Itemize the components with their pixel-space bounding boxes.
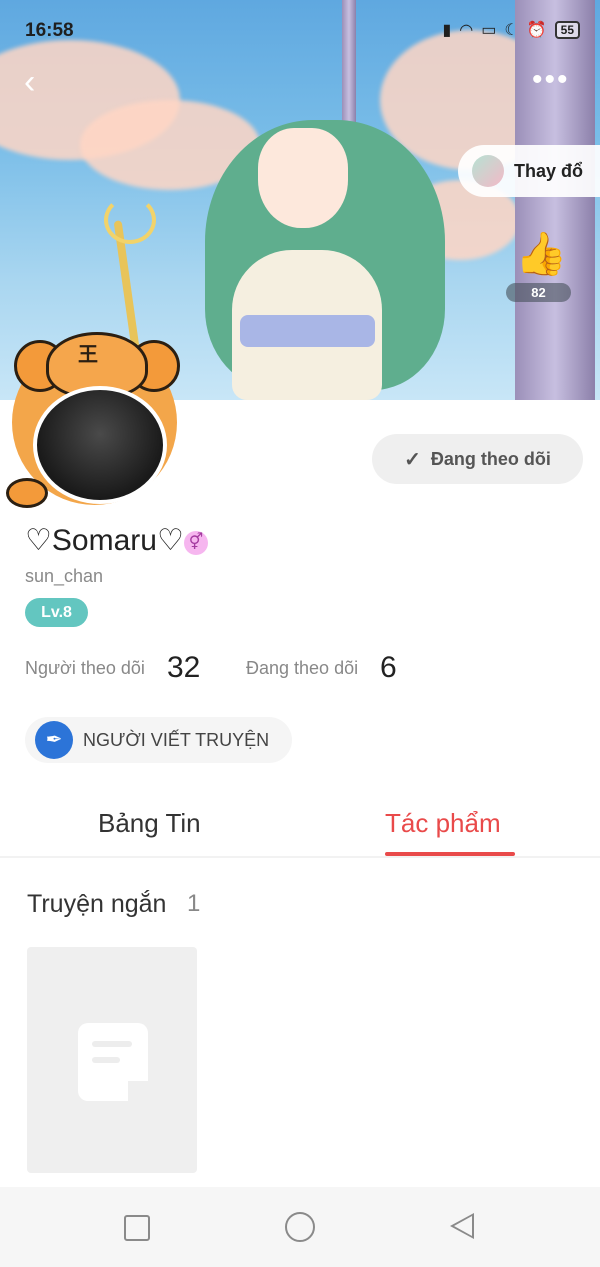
tab-works[interactable]: Tác phẩm <box>385 808 501 839</box>
home-icon[interactable] <box>285 1212 315 1242</box>
document-icon <box>78 1023 150 1103</box>
recent-apps-icon[interactable] <box>124 1215 150 1241</box>
alarm-icon: ⏰ <box>526 22 547 39</box>
more-icon: ••• <box>532 63 570 96</box>
writer-badge-label: NGƯỜI VIẾT TRUYỆN <box>83 729 270 750</box>
wifi-icon: ◠ <box>459 22 474 39</box>
cast-icon: ▭ <box>481 22 497 39</box>
battery-icon: 55 <box>554 21 580 39</box>
signal-icon: ▮ <box>442 22 452 39</box>
story-card[interactable] <box>27 947 197 1173</box>
followers-label[interactable]: Người theo dõi <box>25 658 145 679</box>
pillar <box>515 0 595 400</box>
thumbs-up-icon[interactable]: 👍 <box>515 230 567 278</box>
writer-badge[interactable]: ✒ NGƯỜI VIẾT TRUYỆN <box>25 717 292 763</box>
like-count: 82 <box>506 283 571 302</box>
following-button-label: Đang theo dõi <box>430 448 551 469</box>
tab-feed[interactable]: Bảng Tin <box>98 808 201 839</box>
tiger-forehead-mark: 王 <box>78 344 98 366</box>
gender-icon: ⚥ <box>184 531 208 555</box>
following-button[interactable]: ✓ Đang theo dõi <box>372 434 583 484</box>
change-background-button[interactable]: Thay đổ <box>458 145 600 197</box>
followers-count[interactable]: 32 <box>167 651 200 685</box>
section-count: 1 <box>187 890 201 917</box>
status-time: 16:58 <box>25 20 74 41</box>
pen-icon: ✒ <box>35 721 73 759</box>
character-face-art <box>258 128 348 228</box>
more-options-button[interactable]: ••• <box>532 62 576 98</box>
background-thumbnail <box>472 155 504 187</box>
tiger-tail-decoration <box>6 478 48 508</box>
wand-head-art <box>104 196 156 244</box>
back-icon-inner <box>454 1216 472 1236</box>
avatar[interactable] <box>33 386 167 504</box>
check-icon: ✓ <box>404 448 421 471</box>
back-button[interactable]: ‹ <box>24 64 60 100</box>
following-count[interactable]: 6 <box>380 651 397 685</box>
status-icons: ▮ ◠ ▭ ☾ ⏰ 55 <box>442 20 580 40</box>
section-title: Truyện ngắn <box>27 890 167 918</box>
moon-icon: ☾ <box>504 22 519 39</box>
change-label: Thay đổ <box>514 160 584 181</box>
divider <box>0 856 600 858</box>
username: ♡Somaru♡ <box>25 524 184 557</box>
following-label[interactable]: Đang theo dõi <box>246 658 358 679</box>
status-bar: 16:58 ▮ ◠ ▭ ☾ ⏰ 55 <box>0 0 600 60</box>
user-handle: sun_chan <box>25 566 104 586</box>
character-sash-art <box>240 315 375 347</box>
chevron-left-icon: ‹ <box>24 63 36 101</box>
level-badge[interactable]: Lv.8 <box>25 598 88 627</box>
